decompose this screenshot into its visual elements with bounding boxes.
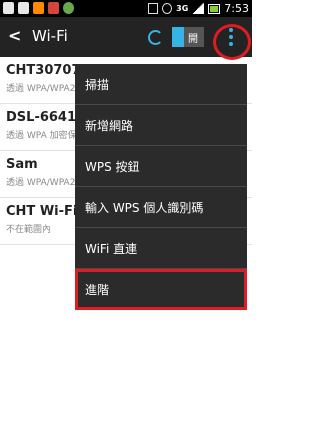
vibrate-icon xyxy=(148,3,159,14)
notification-icon xyxy=(3,2,14,14)
menu-item-wifi-direct[interactable]: WiFi 直連 xyxy=(75,228,247,269)
clock: 7:53 xyxy=(224,2,249,15)
toggle-on-indicator xyxy=(172,27,184,47)
page-title: Wi-Fi xyxy=(32,27,68,45)
back-icon[interactable]: < xyxy=(8,26,21,45)
toggle-label: 開 xyxy=(188,34,198,45)
mail-icon xyxy=(18,2,29,14)
app-icon xyxy=(48,2,59,14)
menu-item-add-network[interactable]: 新增網路 xyxy=(75,105,247,146)
alarm-icon xyxy=(162,3,173,14)
wifi-toggle[interactable]: 開 xyxy=(172,27,204,47)
bag-icon xyxy=(33,2,44,14)
scanning-spinner-icon xyxy=(148,30,163,45)
menu-item-wps-button[interactable]: WPS 按鈕 xyxy=(75,146,247,187)
network-type: 3G xyxy=(176,4,189,13)
firefox-icon xyxy=(63,2,74,14)
annotation-circle xyxy=(213,24,251,60)
annotation-highlight-box xyxy=(75,269,247,310)
menu-item-scan[interactable]: 掃描 xyxy=(75,64,247,105)
battery-icon xyxy=(208,3,221,14)
status-bar: 3G 7:53 xyxy=(0,0,252,17)
menu-item-wps-pin[interactable]: 輸入 WPS 個人識別碼 xyxy=(75,187,247,228)
signal-icon xyxy=(192,3,205,14)
